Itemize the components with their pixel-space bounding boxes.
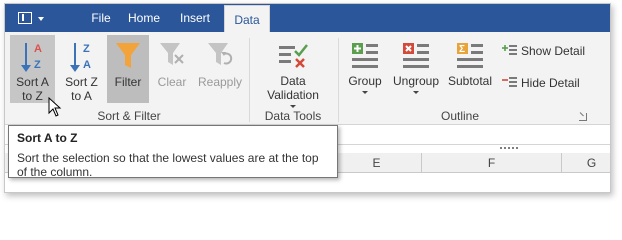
ungroup-label: Ungroup: [392, 74, 440, 88]
svg-text:A: A: [34, 43, 42, 55]
chevron-down-icon: [38, 17, 44, 21]
tooltip-title: Sort A to Z: [17, 131, 78, 145]
ungroup-icon: [401, 40, 431, 70]
column-header-g[interactable]: G: [561, 153, 610, 172]
clear-button[interactable]: Clear: [151, 35, 193, 103]
group-icon: [350, 40, 380, 70]
dialog-launcher-icon[interactable]: [579, 113, 587, 121]
sort-z-to-a-button[interactable]: Z A Sort Z to A: [59, 35, 104, 103]
ribbon-tab-bar: File Home Insert Data: [5, 4, 610, 32]
tab-file[interactable]: File: [81, 4, 121, 32]
column-header-f[interactable]: F: [421, 153, 561, 172]
filter-label: Filter: [114, 75, 142, 89]
tab-data[interactable]: Data: [224, 5, 270, 32]
tab-home[interactable]: Home: [121, 4, 167, 32]
reapply-filter-icon: [206, 41, 234, 71]
sort-za-icon: Z A: [65, 39, 99, 75]
chevron-down-icon: [413, 91, 419, 94]
app-menu-button[interactable]: [14, 9, 52, 28]
clear-label: Clear: [157, 75, 187, 89]
svg-text:Σ: Σ: [459, 44, 465, 55]
ungroup-button[interactable]: Ungroup: [391, 35, 441, 103]
clear-filter-icon: [158, 41, 186, 71]
show-detail-label: Show Detail: [521, 44, 586, 58]
show-detail-icon: [501, 43, 519, 57]
sort-az-icon: A Z: [16, 39, 50, 75]
data-validation-icon: [277, 40, 309, 70]
column-header-e[interactable]: E: [331, 153, 421, 172]
show-detail-button[interactable]: Show Detail: [501, 42, 585, 60]
hide-detail-icon: [501, 75, 519, 89]
outline-group-label: Outline: [440, 109, 480, 123]
sort-za-label-1: Sort Z: [65, 75, 98, 89]
sort-filter-group-label: Sort & Filter: [97, 109, 161, 123]
data-tools-group-label: Data Tools: [264, 109, 322, 123]
chevron-down-icon: [362, 91, 368, 94]
hide-detail-button[interactable]: Hide Detail: [501, 74, 581, 92]
group-label: Group: [348, 74, 382, 88]
group-button[interactable]: Group: [343, 35, 387, 103]
tooltip: Sort A to Z Sort the selection so that t…: [8, 125, 338, 179]
sort-za-label-2: to A: [71, 89, 92, 103]
group-separator: [249, 38, 250, 122]
chevron-down-icon: [290, 105, 296, 108]
data-validation-label: Data Validation: [267, 74, 319, 102]
hide-detail-label: Hide Detail: [521, 76, 580, 90]
svg-text:Z: Z: [34, 59, 41, 71]
tooltip-body: Sort the selection so that the lowest va…: [17, 151, 319, 179]
reapply-label: Reapply: [197, 75, 243, 89]
splitter-grip-icon[interactable]: [499, 146, 519, 150]
svg-text:Z: Z: [83, 43, 90, 55]
filter-button[interactable]: Filter: [107, 35, 149, 103]
filter-icon: [114, 41, 142, 71]
subtotal-icon: Σ: [455, 40, 485, 70]
sort-a-to-z-button[interactable]: A Z Sort A to Z: [10, 35, 55, 103]
sort-az-label-1: Sort A: [16, 75, 49, 89]
ribbon: A Z Sort A to Z Z A Sort Z to A Filter C…: [5, 32, 610, 125]
document-icon: [18, 12, 32, 24]
subtotal-label: Subtotal: [447, 74, 493, 88]
subtotal-button[interactable]: Σ Subtotal: [445, 35, 495, 103]
group-separator: [338, 38, 339, 122]
svg-text:A: A: [83, 59, 91, 71]
mouse-cursor-icon: [48, 97, 62, 117]
tab-insert[interactable]: Insert: [169, 4, 221, 32]
data-validation-button[interactable]: Data Validation: [253, 35, 333, 108]
reapply-button[interactable]: Reapply: [195, 35, 245, 103]
